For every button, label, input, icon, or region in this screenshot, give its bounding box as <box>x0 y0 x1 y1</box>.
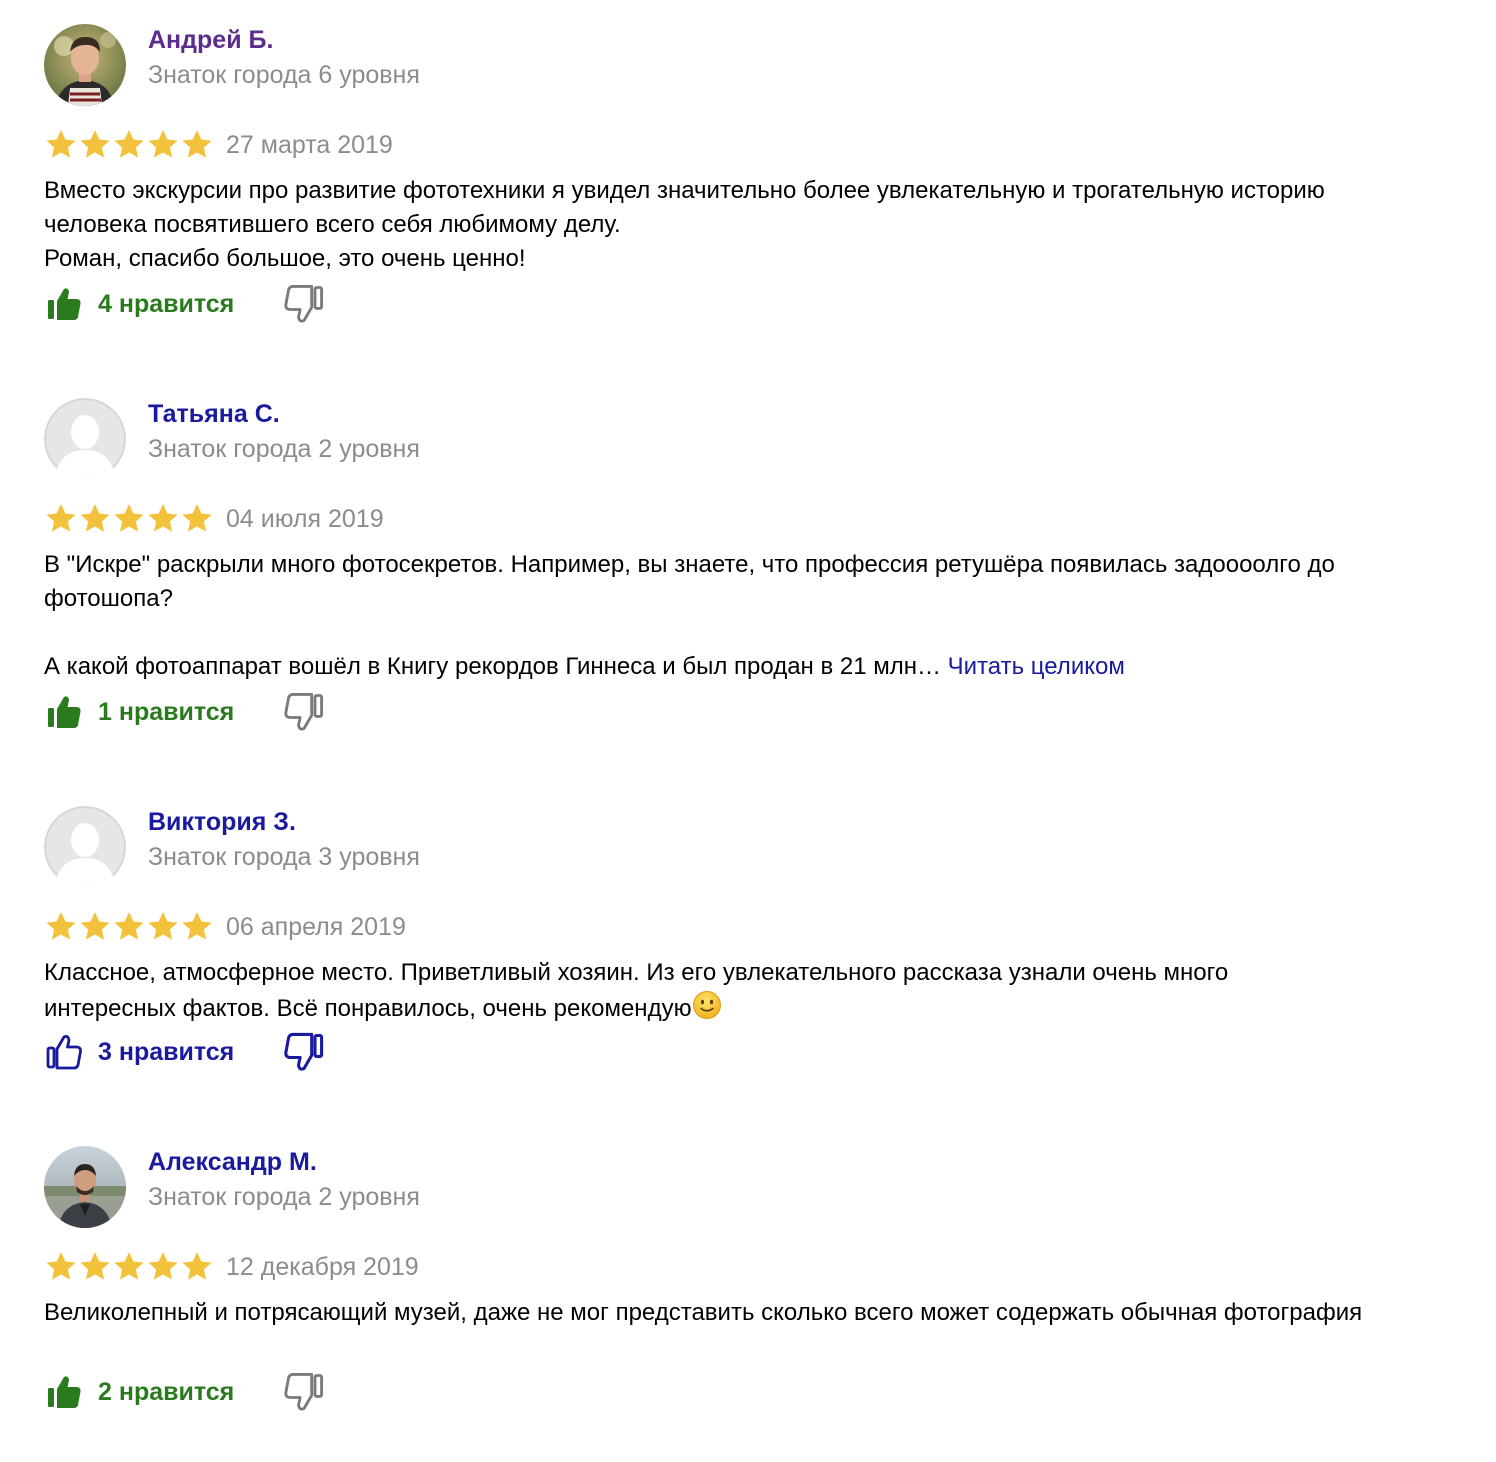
user-avatar[interactable] <box>44 1146 126 1228</box>
rating-stars <box>44 127 214 163</box>
star-icon <box>46 1252 76 1280</box>
review-paragraph-with-emoji: Классное, атмосферное место. Приветливый… <box>44 956 1364 1026</box>
thumbs-up-outline-icon <box>46 1035 82 1070</box>
author-name[interactable]: Татьяна С. <box>148 400 280 429</box>
star-icon <box>114 1252 144 1280</box>
star-icon <box>148 912 178 940</box>
like-button[interactable]: 4 нравится <box>44 282 234 326</box>
review-text: В "Искре" раскрыли много фотосекретов. Н… <box>44 548 1364 684</box>
like-count: 1 нравится <box>98 697 235 726</box>
thumbs-up-filled-icon <box>48 288 81 320</box>
review-date: 27 марта 2019 <box>226 131 393 159</box>
author-level: Знаток города 2 уровня <box>148 1183 420 1211</box>
review-paragraph: Классное, атмосферное место. Приветливый… <box>44 959 1229 1022</box>
dislike-button[interactable] <box>282 282 326 326</box>
slightly-smiling-face-icon <box>692 991 721 1019</box>
review-date: 12 декабря 2019 <box>226 1253 419 1281</box>
default-avatar-icon <box>44 806 126 888</box>
review-date: 06 апреля 2019 <box>226 913 406 941</box>
star-icon <box>46 130 76 158</box>
like-button[interactable]: 2 нравится <box>44 1370 234 1414</box>
author-level: Знаток города 2 уровня <box>148 435 420 463</box>
author-level: Знаток города 3 уровня <box>148 843 420 871</box>
star-icon <box>148 130 178 158</box>
read-more-link[interactable]: Читать целиком <box>948 653 1125 680</box>
review-paragraph: Вместо экскурсии про развитие фототехник… <box>44 177 1325 238</box>
thumbs-down-outline-icon <box>284 1032 324 1071</box>
user-avatar[interactable] <box>44 806 126 888</box>
thumbs-down-outline-icon <box>284 692 324 731</box>
thumbs-down-outline-icon <box>284 1372 324 1411</box>
star-icon <box>148 504 178 532</box>
default-avatar-icon <box>44 398 126 480</box>
author-name[interactable]: Андрей Б. <box>148 26 273 55</box>
star-icon <box>182 504 212 532</box>
star-icon <box>46 912 76 940</box>
review-paragraph: В "Искре" раскрыли много фотосекретов. Н… <box>44 551 1335 612</box>
rating-stars <box>44 501 214 537</box>
dislike-button[interactable] <box>282 690 326 734</box>
author-name[interactable]: Виктория З. <box>148 808 296 837</box>
thumbs-up-filled-icon <box>48 1376 81 1408</box>
user-avatar[interactable] <box>44 398 126 480</box>
like-count: 3 нравится <box>98 1037 235 1066</box>
rating-stars <box>44 1249 214 1285</box>
star-icon <box>46 504 76 532</box>
dislike-button[interactable] <box>282 1370 326 1414</box>
star-icon <box>114 504 144 532</box>
review-text: Великолепный и потрясающий музей, даже н… <box>44 1296 1364 1330</box>
review-text: Классное, атмосферное место. Приветливый… <box>44 956 1364 1026</box>
star-icon <box>148 1252 178 1280</box>
review-text: Вместо экскурсии про развитие фототехник… <box>44 174 1364 276</box>
rating-stars <box>44 909 214 945</box>
dislike-button[interactable] <box>282 1030 326 1074</box>
star-icon <box>80 130 110 158</box>
star-icon <box>182 130 212 158</box>
thumbs-down-outline-icon <box>284 284 324 323</box>
user-avatar[interactable] <box>44 24 126 106</box>
like-count: 2 нравится <box>98 1377 235 1406</box>
star-icon <box>80 912 110 940</box>
star-icon <box>182 912 212 940</box>
star-icon <box>114 912 144 940</box>
review-paragraph: Роман, спасибо большое, это очень ценно! <box>44 245 526 272</box>
author-level: Знаток города 6 уровня <box>148 61 420 89</box>
review-paragraph: Великолепный и потрясающий музей, даже н… <box>44 1299 1363 1326</box>
review-paragraph-truncated: А какой фотоаппарат вошёл в Книгу рекорд… <box>44 650 1364 684</box>
like-button[interactable]: 1 нравится <box>44 690 234 734</box>
author-name[interactable]: Александр М. <box>148 1148 317 1177</box>
thumbs-up-filled-icon <box>48 696 81 728</box>
review-date: 04 июля 2019 <box>226 505 384 533</box>
star-icon <box>80 504 110 532</box>
like-button[interactable]: 3 нравится <box>44 1030 234 1074</box>
star-icon <box>80 1252 110 1280</box>
star-icon <box>114 130 144 158</box>
review-paragraph: А какой фотоаппарат вошёл в Книгу рекорд… <box>44 653 941 680</box>
star-icon <box>182 1252 212 1280</box>
like-count: 4 нравится <box>98 289 235 318</box>
